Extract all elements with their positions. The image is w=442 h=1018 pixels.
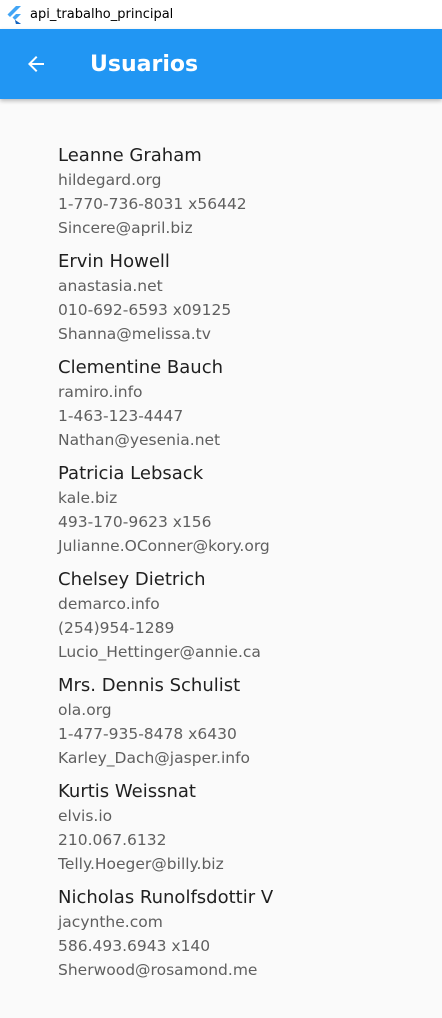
- user-email: Lucio_Hettinger@annie.ca: [58, 643, 261, 661]
- user-email: Karley_Dach@jasper.info: [58, 749, 251, 767]
- user-name: Chelsey Dietrich: [58, 569, 206, 590]
- user-email: Shanna@melissa.tv: [58, 325, 211, 343]
- user-item[interactable]: Patricia Lebsack kale.biz 493-170-9623 x…: [58, 462, 428, 558]
- user-website: hildegard.org: [58, 171, 162, 189]
- user-website: demarco.info: [58, 595, 160, 613]
- user-email: Nathan@yesenia.net: [58, 431, 221, 449]
- user-website: kale.biz: [58, 489, 118, 507]
- user-phone: 493-170-9623 x156: [58, 513, 212, 531]
- user-item[interactable]: Nicholas Runolfsdottir V jacynthe.com 58…: [58, 886, 428, 982]
- user-item[interactable]: Kurtis Weissnat elvis.io 210.067.6132 Te…: [58, 780, 428, 876]
- back-button[interactable]: [22, 50, 50, 78]
- user-phone: 1-463-123-4447: [58, 407, 184, 425]
- user-website: jacynthe.com: [58, 913, 163, 931]
- user-item[interactable]: Chelsey Dietrich demarco.info (254)954-1…: [58, 568, 428, 664]
- user-name: Leanne Graham: [58, 145, 202, 166]
- user-website: elvis.io: [58, 807, 113, 825]
- page-title: Usuarios: [90, 51, 199, 77]
- user-list-container[interactable]: Leanne Graham hildegard.org 1-770-736-80…: [0, 99, 442, 984]
- user-website: ramiro.info: [58, 383, 143, 401]
- user-phone: (254)954-1289: [58, 619, 175, 637]
- user-phone: 210.067.6132: [58, 831, 167, 849]
- user-phone: 1-477-935-8478 x6430: [58, 725, 237, 743]
- user-website: anastasia.net: [58, 277, 163, 295]
- app-bar: Usuarios: [0, 29, 442, 99]
- user-phone: 010-692-6593 x09125: [58, 301, 232, 319]
- user-item[interactable]: Leanne Graham hildegard.org 1-770-736-80…: [58, 144, 428, 240]
- user-name: Ervin Howell: [58, 251, 170, 272]
- user-list: Leanne Graham hildegard.org 1-770-736-80…: [58, 144, 428, 984]
- user-item[interactable]: Clementine Bauch ramiro.info 1-463-123-4…: [58, 356, 428, 452]
- arrow-back-icon: [28, 56, 44, 72]
- user-email: Sincere@april.biz: [58, 219, 193, 237]
- user-name: Kurtis Weissnat: [58, 781, 196, 802]
- user-name: Patricia Lebsack: [58, 463, 204, 484]
- user-name: Mrs. Dennis Schulist: [58, 675, 241, 696]
- user-phone: 586.493.6943 x140: [58, 937, 211, 955]
- window-title-bar: api_trabalho_principal: [0, 0, 442, 29]
- user-item[interactable]: Ervin Howell anastasia.net 010-692-6593 …: [58, 250, 428, 346]
- user-phone: 1-770-736-8031 x56442: [58, 195, 247, 213]
- window-title: api_trabalho_principal: [30, 7, 174, 22]
- user-name: Nicholas Runolfsdottir V: [58, 887, 274, 908]
- user-email: Julianne.OConner@kory.org: [58, 537, 270, 555]
- user-website: ola.org: [58, 701, 112, 719]
- user-name: Clementine Bauch: [58, 357, 224, 378]
- user-item[interactable]: Mrs. Dennis Schulist ola.org 1-477-935-8…: [58, 674, 428, 770]
- user-email: Telly.Hoeger@billy.biz: [58, 855, 224, 873]
- flutter-logo-icon: [7, 5, 21, 24]
- user-email: Sherwood@rosamond.me: [58, 961, 258, 979]
